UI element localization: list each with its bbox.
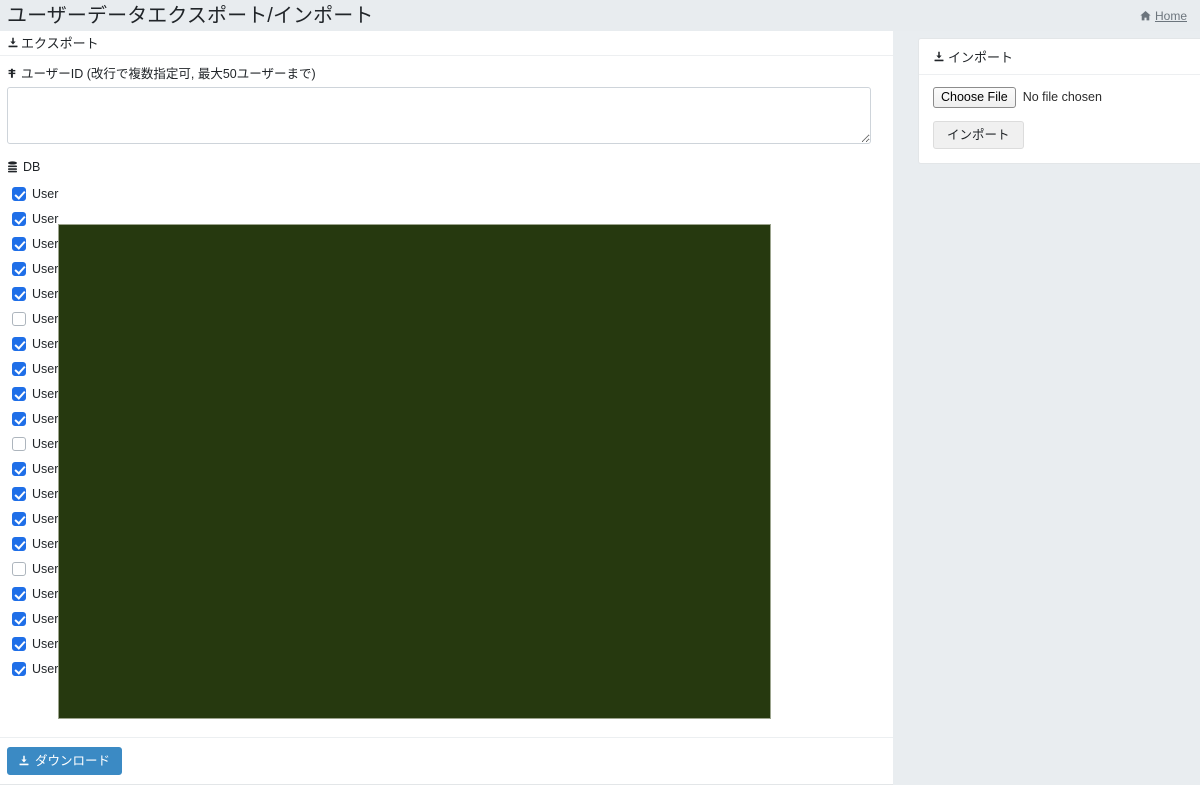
db-item-label: User (32, 411, 59, 426)
download-icon (18, 755, 30, 767)
db-item-label: User (32, 611, 59, 626)
choose-file-button[interactable]: Choose File (933, 87, 1016, 108)
db-checkbox[interactable] (12, 586, 26, 601)
db-checkbox[interactable] (12, 511, 26, 526)
db-label-text: DB (23, 160, 41, 174)
export-panel-header: エクスポート (0, 31, 893, 56)
import-panel-title: インポート (948, 50, 1014, 65)
db-checkbox[interactable] (12, 286, 26, 301)
db-item-label: User (32, 261, 59, 276)
db-checkbox[interactable] (12, 211, 26, 226)
db-checkbox[interactable] (12, 261, 26, 276)
export-panel-title: エクスポート (21, 35, 99, 51)
import-panel-body: Choose File No file chosen インポート (919, 75, 1200, 163)
db-item-label: User (32, 536, 59, 551)
db-checkbox[interactable] (12, 536, 26, 551)
db-checkbox[interactable] (12, 236, 26, 251)
db-checkbox[interactable] (12, 386, 26, 401)
page-title: ユーザーデータエクスポート/インポート (7, 4, 374, 27)
import-download-icon (933, 51, 945, 63)
db-item-label: User (32, 361, 59, 376)
db-checkbox[interactable] (12, 636, 26, 651)
userid-label-text: ユーザーID (改行で複数指定可, 最大50ユーザーまで) (21, 67, 316, 81)
db-checkbox[interactable] (12, 486, 26, 501)
page-header: ユーザーデータエクスポート/インポート Home (0, 0, 1200, 31)
db-checkbox[interactable] (12, 561, 26, 576)
db-checkbox[interactable] (12, 336, 26, 351)
download-button-label: ダウンロード (35, 754, 111, 768)
db-section-label: DB (7, 160, 886, 174)
db-item-label: User (32, 586, 59, 601)
db-item-label: User (32, 211, 59, 226)
db-item-label: User (32, 236, 59, 251)
db-checkbox[interactable] (12, 186, 26, 201)
db-checkbox[interactable] (12, 611, 26, 626)
db-item-label: User (32, 436, 59, 451)
db-item-label: User (32, 286, 59, 301)
no-file-chosen-label: No file chosen (1022, 90, 1102, 104)
db-item-label: User (32, 386, 59, 401)
file-input-row[interactable]: Choose File No file chosen (933, 87, 1200, 108)
export-panel: エクスポート ユーザーID (改行で複数指定可, 最大50ユーザーまで) DB … (0, 31, 893, 785)
occluding-overlay-region (58, 224, 771, 719)
database-icon (7, 161, 18, 173)
db-item-label: User (32, 336, 59, 351)
db-checkbox[interactable] (12, 411, 26, 426)
db-checkbox[interactable] (12, 361, 26, 376)
db-checkbox[interactable] (12, 311, 26, 326)
db-item-label: User (32, 511, 59, 526)
export-upload-icon (7, 37, 19, 49)
home-link[interactable]: Home (1140, 9, 1200, 23)
db-item-label: User (32, 461, 59, 476)
import-panel: インポート Choose File No file chosen インポート (918, 38, 1200, 164)
userid-field-label: ユーザーID (改行で複数指定可, 最大50ユーザーまで) (7, 67, 886, 81)
home-icon (1140, 10, 1151, 21)
userid-input[interactable] (7, 87, 871, 144)
user-icon (7, 68, 17, 80)
export-panel-footer: ダウンロード (0, 737, 893, 784)
home-label: Home (1154, 8, 1187, 23)
db-list-item[interactable]: User (12, 181, 886, 206)
db-item-label: User (32, 636, 59, 651)
db-item-label: User (32, 561, 59, 576)
import-button[interactable]: インポート (933, 121, 1024, 149)
download-button[interactable]: ダウンロード (7, 747, 123, 775)
db-item-label: User (32, 311, 59, 326)
db-item-label: User (32, 186, 59, 201)
db-checkbox[interactable] (12, 436, 26, 451)
db-checkbox[interactable] (12, 661, 26, 676)
db-item-label: User (32, 486, 59, 501)
db-checkbox[interactable] (12, 461, 26, 476)
import-panel-header: インポート (919, 39, 1200, 75)
db-item-label: User (32, 661, 59, 676)
